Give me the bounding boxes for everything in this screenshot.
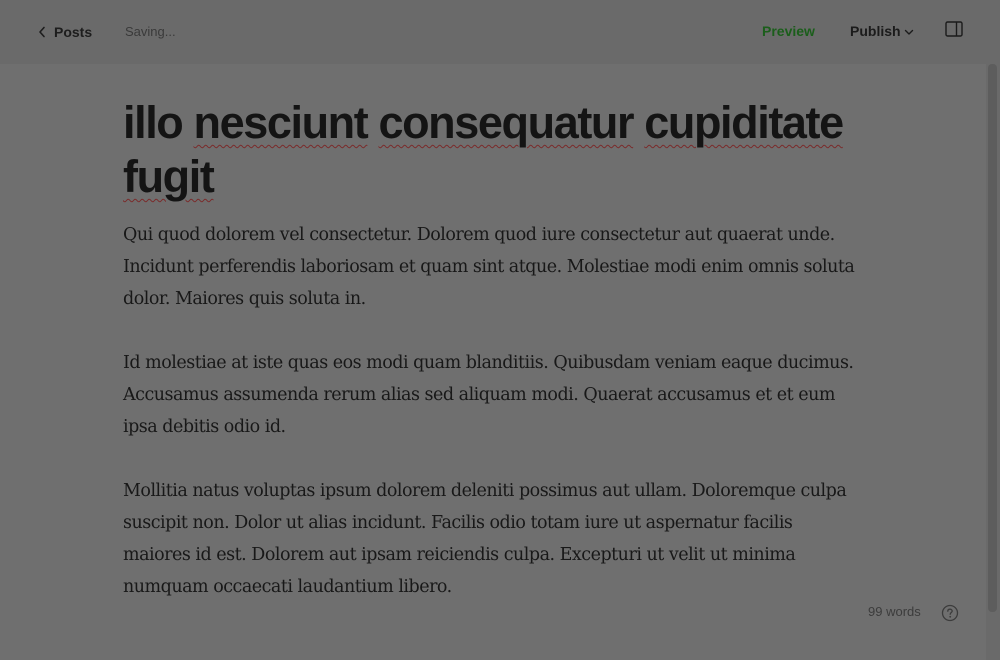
post-title[interactable]: illo nesciunt consequatur cupiditate fug… [123, 96, 844, 204]
editor-header: Posts Saving... Preview Publish [0, 0, 1000, 64]
back-link-label: Posts [54, 24, 93, 40]
title-word-misspelled: cupiditate [644, 97, 844, 148]
help-button[interactable] [941, 604, 959, 622]
sidebar-toggle-button[interactable] [945, 21, 963, 37]
publish-button[interactable]: Publish [850, 23, 914, 39]
chevron-down-icon [904, 23, 914, 39]
back-to-posts-link[interactable]: Posts [38, 22, 92, 42]
title-word: illo [123, 97, 184, 148]
title-word-misspelled: consequatur [378, 97, 634, 148]
post-body[interactable]: Qui quod dolorem vel consectetur. Dolore… [123, 219, 863, 635]
body-paragraph[interactable]: Mollitia natus voluptas ipsum dolorem de… [123, 475, 863, 603]
body-paragraph[interactable]: Qui quod dolorem vel consectetur. Dolore… [123, 219, 863, 315]
body-paragraph[interactable]: Id molestiae at iste quas eos modi quam … [123, 347, 863, 443]
sidebar-panel-icon [945, 21, 963, 41]
chevron-left-icon [38, 26, 46, 38]
question-circle-icon [941, 604, 959, 626]
publish-label: Publish [850, 23, 901, 39]
title-word-misspelled: fugit [123, 151, 215, 202]
save-status: Saving... [125, 24, 176, 39]
scrollbar-thumb[interactable] [988, 64, 997, 612]
title-word-misspelled: nesciunt [193, 97, 369, 148]
preview-button[interactable]: Preview [762, 23, 815, 39]
word-count: 99 words [868, 604, 921, 619]
